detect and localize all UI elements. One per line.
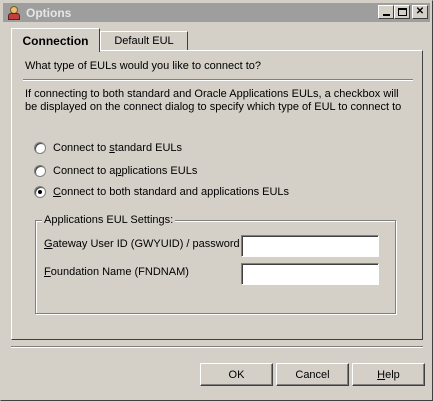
footer-divider bbox=[11, 346, 423, 348]
help-button-label: elp bbox=[385, 368, 400, 381]
gateway-user-id-label: Gateway User ID (GWYUID) / password bbox=[44, 238, 240, 250]
options-dialog: Options ✕ Connection Default EUL What ty… bbox=[0, 0, 433, 401]
ok-button[interactable]: OK bbox=[200, 363, 273, 386]
radio-both-eul-indicator[interactable] bbox=[34, 186, 46, 198]
radio-applications-eul-label: Connect to applications EULs bbox=[53, 165, 198, 177]
app-person-icon bbox=[6, 5, 22, 21]
gateway-user-id-input[interactable] bbox=[241, 235, 379, 257]
window-title: Options bbox=[26, 5, 72, 20]
cancel-button[interactable]: Cancel bbox=[276, 363, 349, 386]
radio-both-eul[interactable]: Connect to both standard and application… bbox=[34, 186, 289, 198]
radio-standard-eul[interactable]: Connect to standard EULs bbox=[34, 142, 182, 154]
radio-standard-eul-label: Connect to standard EULs bbox=[53, 142, 183, 154]
eul-info-text: If connecting to both standard and Oracl… bbox=[25, 88, 402, 113]
close-icon: ✕ bbox=[415, 6, 425, 17]
foundation-name-input[interactable] bbox=[241, 263, 379, 285]
help-button[interactable]: Help bbox=[352, 363, 425, 386]
radio-applications-eul-indicator[interactable] bbox=[34, 165, 46, 177]
help-button-mnemonic: H bbox=[377, 368, 386, 381]
minimize-button[interactable] bbox=[378, 5, 394, 19]
maximize-icon bbox=[397, 8, 407, 16]
tab-connection[interactable]: Connection bbox=[11, 28, 100, 52]
maximize-button[interactable] bbox=[394, 5, 410, 19]
foundation-name-label: Foundation Name (FNDNAM) bbox=[44, 266, 189, 278]
radio-applications-eul[interactable]: Connect to applications EULs bbox=[34, 165, 197, 177]
title-bar[interactable]: Options ✕ bbox=[3, 3, 430, 22]
tab-default-eul[interactable]: Default EUL bbox=[100, 31, 188, 50]
radio-standard-eul-indicator[interactable] bbox=[34, 142, 46, 154]
radio-both-eul-label: Connect to both standard and application… bbox=[53, 186, 290, 198]
tab-default-eul-label: Default EUL bbox=[114, 35, 174, 47]
eul-type-question: What type of EULs would you like to conn… bbox=[25, 60, 262, 72]
close-button[interactable]: ✕ bbox=[412, 5, 428, 19]
question-separator bbox=[23, 79, 413, 81]
group-title: Applications EUL Settings: bbox=[42, 214, 176, 226]
tab-connection-label: Connection bbox=[22, 33, 89, 48]
minimize-icon bbox=[382, 14, 390, 16]
